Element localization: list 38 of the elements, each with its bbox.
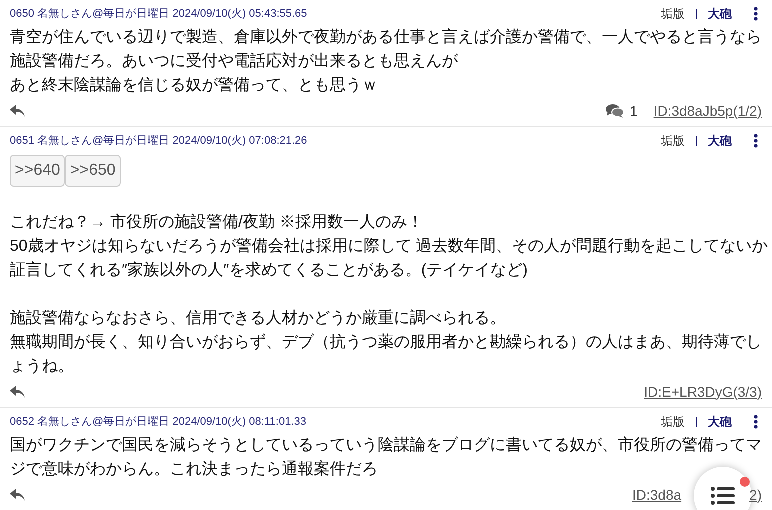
anchor-link[interactable]: >>650 [65, 155, 121, 187]
post-text-line: 青空が住んでいる辺りで製造、倉庫以外で夜勤がある仕事と言えば介護か警備で、一人でやると言うなら [10, 28, 762, 48]
post-text-line: 無職期間が長く、知り合いがおらず、デブ（抗うつ薬の服用者かと勘繰られる）の人はまあ、期待薄でし [10, 332, 762, 353]
poster-id-link[interactable]: ID:3d8a [632, 484, 682, 506]
list-icon [711, 486, 735, 506]
post-header: 0651 名無しさん@毎日が日曜日 2024/09/10(火) 07:08:21.26 [10, 134, 308, 149]
post-header: 0650 名無しさん@毎日が日曜日 2024/09/10(火) 05:43:55.65 [10, 6, 308, 22]
post-text-line: 施設警備ならなおさら、信用できる人材かどうか厳重に調べられる。 [10, 308, 506, 329]
post-text-line: ょうね。 [10, 357, 74, 377]
poster-id-link[interactable]: ID:E+LR3DyG(3/3) [644, 382, 762, 402]
reply-icon[interactable] [10, 386, 26, 398]
post-text-line: あと終末陰謀論を信じる奴が警備って、とも思うｗ [10, 76, 378, 96]
post-text-line: これだね？→ 市役所の施設警備/夜勤 ※採用数一人のみ！ [10, 212, 424, 233]
more-menu-icon[interactable] [754, 7, 758, 21]
anchor-link[interactable]: >>640 [10, 155, 66, 187]
reply-count: 1 [630, 102, 638, 120]
post-header: 0652 名無しさん@毎日が日曜日 2024/09/10(火) 08:11:01.33 [10, 414, 306, 430]
reply-icon[interactable] [10, 104, 26, 118]
cannon-link[interactable]: 大砲 [708, 5, 732, 23]
separator: | [695, 414, 698, 430]
poster-id-link[interactable]: ID:3d8aJb5p(1/2) [654, 100, 762, 122]
more-menu-icon[interactable] [754, 134, 758, 148]
post-text-line: 国がワクチンで国民を減らそうとしているっていう陰謀論をブログに書いてる奴が、市役所の警備ってマ [10, 436, 762, 456]
report-link[interactable]: 垢版 [661, 132, 686, 150]
post-text-line: ジで意味がわからん。これ決まったら通報案件だろ [10, 459, 378, 480]
cannon-link[interactable]: 大砲 [708, 132, 732, 150]
more-menu-icon[interactable] [754, 415, 758, 429]
separator: | [695, 134, 698, 149]
report-link[interactable]: 垢版 [661, 413, 686, 431]
post-text-line: 施設警備だろ。あいつに受付や電話応対が出来るとも思えんが [10, 52, 458, 72]
cannon-link[interactable]: 大砲 [708, 413, 732, 431]
poster-id-tail: 2) [750, 486, 762, 505]
comments-icon [606, 104, 624, 118]
report-link[interactable]: 垢版 [661, 5, 686, 23]
post-text-line: 50歳オヤジは知らないだろうが警備会社は採用に際して 過去数年間、その人が問題行動を起こしてないか [10, 236, 768, 257]
post-text-line: 証言してくれる″家族以外の人″を求めてくることがある。(テイケイなど) [10, 260, 528, 281]
separator: | [695, 6, 698, 22]
reply-icon[interactable] [10, 488, 26, 502]
